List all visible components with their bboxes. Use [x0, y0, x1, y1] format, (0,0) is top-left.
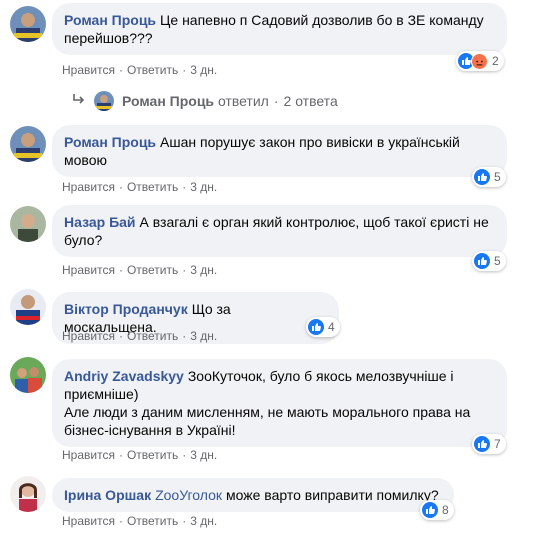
comment-actions: Нравится · Ответить · 3 дн. [62, 262, 217, 278]
timestamp[interactable]: 3 дн. [190, 180, 217, 194]
avatar[interactable] [10, 476, 46, 512]
separator: · [118, 514, 123, 528]
reply-arrow-icon [72, 93, 86, 109]
avatar[interactable] [10, 357, 46, 393]
mention-tag[interactable]: ZooУголок [155, 487, 222, 503]
separator: · [118, 329, 123, 343]
separator: · [182, 263, 187, 277]
timestamp[interactable]: 3 дн. [190, 329, 217, 343]
reaction-count: 7 [494, 437, 501, 451]
separator: · [182, 180, 187, 194]
separator: · [118, 63, 123, 77]
comment-author[interactable]: Ірина Оршак [64, 487, 151, 503]
separator: · [182, 329, 187, 343]
like-icon [474, 169, 490, 185]
comment-author[interactable]: Andriy Zavadskyy [64, 368, 184, 384]
reactions-badge[interactable]: 2 [456, 51, 504, 71]
reply-count: 2 ответа [283, 93, 338, 109]
avatar[interactable] [10, 206, 46, 242]
like-link[interactable]: Нравится [62, 329, 115, 343]
separator: · [118, 448, 123, 462]
reply-link[interactable]: Ответить [127, 63, 178, 77]
reactions-badge[interactable]: 5 [472, 251, 506, 271]
comment-bubble: Роман Проць Ашан порушує закон про вивіск… [52, 125, 507, 177]
separator: · [182, 448, 187, 462]
comment-actions: Нравится · Ответить · 3 дн. [62, 513, 217, 529]
reactions-badge[interactable]: 4 [306, 317, 340, 337]
reply-link[interactable]: Ответить [127, 329, 178, 343]
reaction-count: 4 [328, 320, 335, 334]
comment-author[interactable]: Роман Проць [64, 134, 156, 150]
comment-text: може варто виправити помилку? [226, 487, 439, 503]
reaction-count: 2 [492, 54, 499, 68]
reactions-badge[interactable]: 8 [420, 500, 454, 520]
comment-actions: Нравится · Ответить · 3 дн. [62, 328, 217, 344]
like-icon [474, 436, 490, 452]
reply-link[interactable]: Ответить [127, 263, 178, 277]
comment-bubble: Ірина Оршак ZooУголок може варто виправити… [52, 478, 454, 512]
reply-author: Роман Проць [122, 93, 215, 109]
comment-bubble: Назар Бай А взагалі є орган який контролю… [52, 205, 507, 257]
comment-actions: Нравится · Ответить · 3 дн. [62, 62, 217, 78]
reactions-badge[interactable]: 7 [472, 434, 506, 454]
comment-actions: Нравится · Ответить · 3 дн. [62, 179, 217, 195]
like-link[interactable]: Нравится [62, 63, 115, 77]
comment-actions: Нравится · Ответить · 3 дн. [62, 447, 217, 463]
avatar[interactable] [10, 289, 46, 325]
comment-author[interactable]: Роман Проць [64, 12, 156, 28]
comment-text-2: Але люди з даним мисленням, не мають мор… [64, 404, 471, 438]
angry-icon [471, 52, 488, 70]
reactions-badge[interactable]: 5 [472, 167, 506, 187]
reaction-count: 8 [442, 503, 449, 517]
separator: · [273, 93, 279, 109]
comment-bubble: Роман Проць Це напевно п Садовий дозволив… [52, 3, 507, 55]
timestamp[interactable]: 3 дн. [190, 63, 217, 77]
comment-author[interactable]: Віктор Проданчук [64, 301, 188, 317]
like-icon [474, 253, 490, 269]
like-link[interactable]: Нравится [62, 514, 115, 528]
avatar[interactable] [10, 6, 46, 42]
timestamp[interactable]: 3 дн. [190, 263, 217, 277]
like-link[interactable]: Нравится [62, 263, 115, 277]
view-replies-link[interactable]: Роман Проць ответил · 2 ответа [72, 89, 338, 113]
reply-action: ответил [217, 93, 269, 109]
separator: · [118, 180, 123, 194]
comment-bubble: Andriy Zavadskyy ЗооКуточок, було б якось… [52, 359, 507, 447]
like-icon [422, 502, 438, 518]
reply-link[interactable]: Ответить [127, 180, 178, 194]
comment-author[interactable]: Назар Бай [64, 214, 136, 230]
separator: · [182, 514, 187, 528]
reaction-count: 5 [494, 170, 501, 184]
avatar [94, 91, 114, 111]
reaction-count: 5 [494, 254, 501, 268]
separator: · [182, 63, 187, 77]
timestamp[interactable]: 3 дн. [190, 448, 217, 462]
reply-link[interactable]: Ответить [127, 448, 178, 462]
separator: · [118, 263, 123, 277]
timestamp[interactable]: 3 дн. [190, 514, 217, 528]
reply-link[interactable]: Ответить [127, 514, 178, 528]
like-link[interactable]: Нравится [62, 448, 115, 462]
like-icon [308, 319, 324, 335]
avatar[interactable] [10, 126, 46, 162]
like-link[interactable]: Нравится [62, 180, 115, 194]
